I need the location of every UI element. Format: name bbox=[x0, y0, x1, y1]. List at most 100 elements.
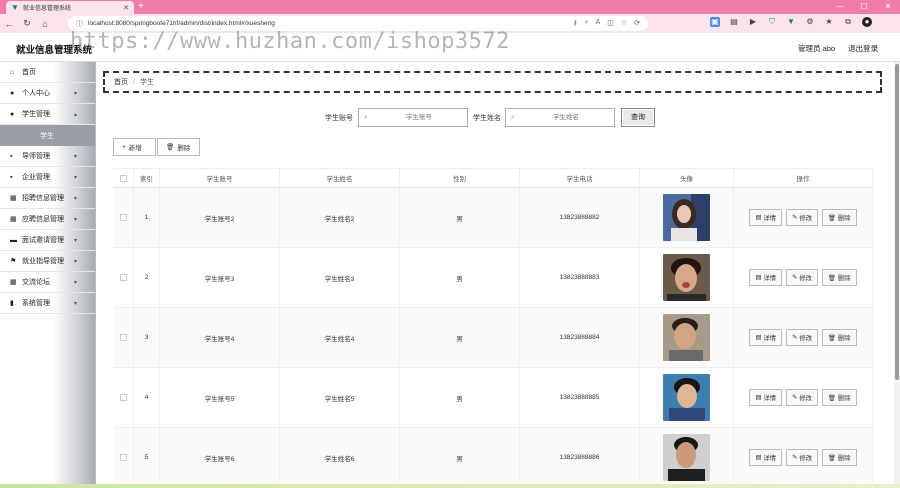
zoom-icon[interactable]: ⌕ bbox=[585, 19, 589, 27]
favorite-icon[interactable]: ☆ bbox=[621, 19, 627, 27]
detail-button[interactable]: ▤ 详情 bbox=[749, 209, 783, 226]
close-tab-icon[interactable]: ✕ bbox=[123, 4, 129, 12]
card-icon: ▬ bbox=[10, 236, 17, 244]
avatar bbox=[663, 194, 710, 241]
sidebar-subitem-student[interactable]: 学生 bbox=[0, 125, 95, 146]
row-checkbox[interactable] bbox=[119, 334, 127, 341]
batch-delete-button[interactable]: 🗑 删除 bbox=[157, 138, 200, 156]
header-avatar: 头像 bbox=[640, 169, 734, 187]
sidebar-item-forum[interactable]: ▦ 交流论坛 ▾ bbox=[0, 272, 95, 293]
sidebar-item-recruitment-info[interactable]: ▦ 招聘信息管理 ▾ bbox=[0, 188, 95, 209]
table-row: 4 学生账号5 学生姓名5 男 13823888885 ▤ 详情 ✎ 修改 🗑 删除 bbox=[113, 368, 873, 428]
edit-button[interactable]: ✎ 修改 bbox=[786, 209, 818, 226]
sidebar-item-tutor-management[interactable]: ▪ 导师管理 ▾ bbox=[0, 146, 95, 167]
delete-button[interactable]: 🗑 删除 bbox=[821, 449, 857, 466]
student-account-field[interactable]: ⌕ bbox=[358, 108, 468, 127]
select-all-checkbox[interactable] bbox=[119, 174, 127, 182]
detail-icon: ▤ bbox=[755, 214, 762, 221]
cell-index: 3 bbox=[134, 308, 160, 367]
play-extension-icon[interactable]: ▶ bbox=[748, 17, 758, 27]
query-button[interactable]: 查询 bbox=[621, 108, 655, 127]
back-icon[interactable]: ← bbox=[0, 19, 18, 29]
sidebar: ⌂ 首页 ● 个人中心 ▾ ● 学生管理 ▴ 学生 ▪ 导师管理 ▾ ▪ 企业管… bbox=[0, 62, 96, 488]
extensions-icon[interactable]: ⚙ bbox=[805, 17, 815, 27]
edit-button[interactable]: ✎ 修改 bbox=[786, 269, 818, 286]
header-gender: 性别 bbox=[400, 169, 520, 187]
trash-icon: 🗑 bbox=[827, 214, 836, 222]
address-toolbar: ← ↻ ⌂ ⓘ localhost:8080/springboote71hf/a… bbox=[0, 14, 900, 33]
delete-button[interactable]: 🗑 删除 bbox=[821, 329, 857, 346]
sidebar-item-interview-invitation[interactable]: ▬ 面试邀请管理 ▾ bbox=[0, 230, 95, 251]
page-scrollbar[interactable] bbox=[894, 62, 900, 488]
extensions-area: ▣ ▤ ▶ ⛉ ▼ ⚙ ★ ⧉ ● bbox=[710, 17, 872, 27]
vue-devtools-icon[interactable]: ▼ bbox=[786, 17, 796, 27]
detail-button[interactable]: ▤ 详情 bbox=[749, 269, 783, 286]
detail-button[interactable]: ▤ 详情 bbox=[749, 449, 783, 466]
url-bar[interactable]: ⓘ localhost:8080/springboote71hf/admin/d… bbox=[68, 16, 648, 31]
profile-avatar[interactable]: ● bbox=[862, 17, 872, 27]
sidebar-item-system-management[interactable]: ▮ 系统管理 ▾ bbox=[0, 293, 95, 314]
cell-name: 学生姓名3 bbox=[280, 248, 400, 307]
sidebar-item-career-guidance[interactable]: ⚑ 就业指导管理 ▾ bbox=[0, 251, 95, 272]
logout-link[interactable]: 退出登录 bbox=[848, 43, 878, 54]
chevron-down-icon: ▾ bbox=[74, 300, 78, 307]
split-screen-icon[interactable]: ◫ bbox=[607, 19, 614, 27]
cell-index: 4 bbox=[134, 368, 160, 427]
row-checkbox[interactable] bbox=[119, 454, 127, 461]
table-row: 3 学生账号4 学生姓名4 男 13823888884 ▤ 详情 ✎ 修改 🗑 删除 bbox=[113, 308, 873, 368]
edit-button[interactable]: ✎ 修改 bbox=[786, 329, 818, 346]
key-icon[interactable]: ⚷ bbox=[572, 19, 577, 27]
sidebar-item-student-management[interactable]: ● 学生管理 ▴ bbox=[0, 104, 95, 125]
site-info-icon[interactable]: ⓘ bbox=[76, 19, 83, 29]
trash-icon: 🗑 bbox=[827, 274, 836, 282]
new-tab-icon[interactable]: + bbox=[138, 1, 144, 13]
sidebar-item-personal-center[interactable]: ● 个人中心 ▾ bbox=[0, 83, 95, 104]
image-extension-icon[interactable]: ▣ bbox=[710, 17, 720, 27]
browser-tab[interactable]: ▼ 就业信息管理系统 ✕ bbox=[6, 1, 134, 14]
gallery-extension-icon[interactable]: ▤ bbox=[729, 17, 739, 27]
home-browser-icon[interactable]: ⌂ bbox=[36, 19, 54, 29]
breadcrumb-home[interactable]: 首页 bbox=[114, 77, 128, 87]
row-checkbox[interactable] bbox=[119, 394, 127, 401]
delete-button[interactable]: 🗑 删除 bbox=[821, 269, 857, 286]
grid-icon: ▦ bbox=[10, 195, 17, 202]
site-favicon-icon: ▼ bbox=[11, 2, 19, 12]
briefcase-icon: ▪ bbox=[10, 173, 13, 181]
sidebar-item-home[interactable]: ⌂ 首页 bbox=[0, 62, 95, 83]
edit-button[interactable]: ✎ 修改 bbox=[786, 449, 818, 466]
read-aloud-icon[interactable]: A bbox=[596, 19, 601, 27]
minimize-icon[interactable]: — bbox=[828, 0, 852, 14]
reload-icon[interactable]: ↻ bbox=[18, 18, 36, 29]
row-checkbox[interactable] bbox=[119, 274, 127, 281]
maximize-icon[interactable]: ☐ bbox=[852, 0, 876, 14]
detail-button[interactable]: ▤ 详情 bbox=[749, 389, 783, 406]
favorites-bar-icon[interactable]: ★ bbox=[824, 17, 834, 27]
chevron-down-icon: ▾ bbox=[74, 216, 78, 223]
detail-button[interactable]: ▤ 详情 bbox=[749, 329, 783, 346]
collections-icon[interactable]: ⧉ bbox=[843, 17, 853, 27]
sidebar-item-application-info[interactable]: ▦ 应聘信息管理 ▾ bbox=[0, 209, 95, 230]
table-row: 1 学生账号2 学生姓名2 男 13823888882 ▤ 详情 ✎ 修改 🗑 删除 bbox=[113, 188, 873, 248]
row-checkbox[interactable] bbox=[119, 214, 127, 221]
shield-icon[interactable]: ⛉ bbox=[767, 17, 777, 27]
student-table: 索引 学生账号 学生姓名 性别 学生电话 头像 操作 1 学生账号2 学生姓名2… bbox=[113, 168, 873, 488]
student-name-input[interactable] bbox=[521, 114, 611, 121]
student-name-field[interactable]: ⌕ bbox=[505, 108, 615, 127]
action-bar: + 新增 🗑 删除 bbox=[113, 138, 200, 156]
student-account-input[interactable] bbox=[374, 114, 464, 121]
browser-tab-bar: ▼ 就业信息管理系统 ✕ + — ☐ ✕ bbox=[0, 0, 900, 14]
add-button[interactable]: + 新增 bbox=[113, 138, 156, 156]
cell-gender: 男 bbox=[400, 428, 520, 487]
cell-index: 5 bbox=[134, 428, 160, 487]
delete-button[interactable]: 🗑 删除 bbox=[821, 209, 857, 226]
close-window-icon[interactable]: ✕ bbox=[876, 0, 900, 14]
main-content: 首页 / 学生 学生账号 ⌕ 学生姓名 ⌕ 查询 + 新增 🗑 删除 索引 学生… bbox=[96, 62, 894, 488]
cell-index: 1 bbox=[134, 188, 160, 247]
delete-button[interactable]: 🗑 删除 bbox=[821, 389, 857, 406]
scrollbar-thumb[interactable] bbox=[895, 64, 899, 380]
refresh-page-icon[interactable]: ⟳ bbox=[634, 19, 640, 27]
home-icon: ⌂ bbox=[10, 68, 15, 76]
detail-icon: ▤ bbox=[755, 394, 762, 401]
sidebar-item-company-management[interactable]: ▪ 企业管理 ▾ bbox=[0, 167, 95, 188]
edit-button[interactable]: ✎ 修改 bbox=[786, 389, 818, 406]
